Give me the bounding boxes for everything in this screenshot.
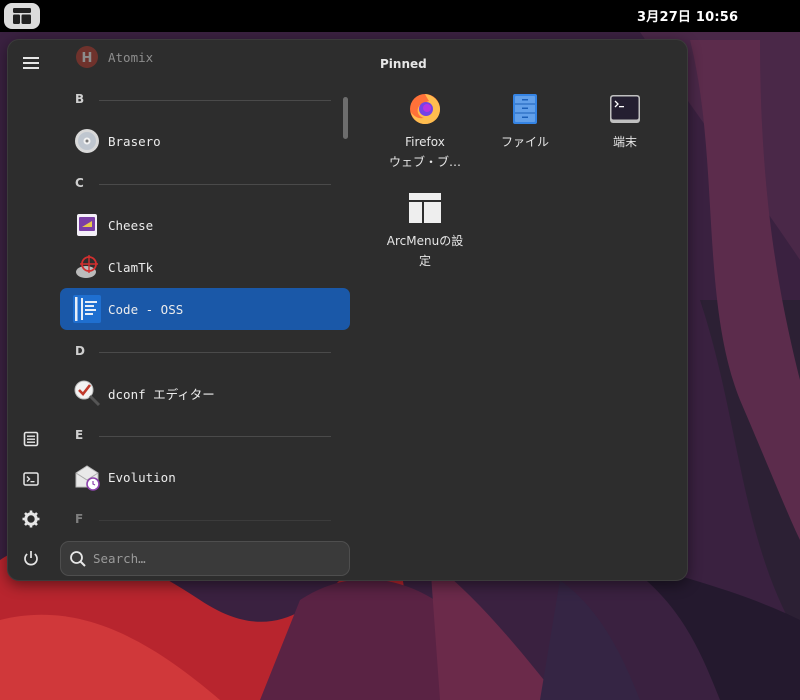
svg-text:H: H (82, 51, 93, 66)
pinned-label: 端末 (612, 135, 637, 149)
pinned-title: Pinned (380, 57, 427, 71)
terminal-button[interactable] (17, 465, 45, 493)
app-label: Brasero (108, 133, 161, 149)
search-icon (70, 550, 86, 567)
list-item-dconf[interactable]: dconf エディター (60, 372, 350, 414)
hamburger-icon (23, 57, 39, 69)
hamburger-button[interactable] (17, 49, 45, 77)
arcmenu-settings-icon (408, 191, 442, 225)
pinned-label: ArcMenuの設 定 (386, 234, 464, 268)
dconf-icon (70, 376, 104, 410)
top-bar: 3月27日 10:56 (0, 0, 800, 32)
pinned-label: Firefox ウェブ・ブ… (388, 135, 461, 169)
document-icon (23, 431, 39, 447)
cheese-icon (70, 208, 104, 242)
app-list-scrollbar[interactable] (343, 97, 348, 139)
disc-icon (70, 124, 104, 158)
app-label: Cheese (108, 217, 154, 233)
arcmenu-button[interactable] (4, 3, 40, 29)
terminal-icon (23, 472, 39, 486)
gear-icon (22, 510, 40, 528)
section-header-b: B (75, 92, 331, 112)
firefox-icon (408, 92, 442, 126)
clamtk-icon (70, 250, 104, 284)
evolution-icon (70, 460, 104, 494)
list-item-clamtk[interactable]: ClamTk (60, 246, 350, 288)
pinned-label: ファイル (500, 135, 549, 149)
code-oss-icon (70, 292, 104, 326)
files-icon (508, 92, 542, 126)
pinned-terminal[interactable]: 端末 (579, 92, 671, 152)
list-item-code-oss[interactable]: Code - OSS (60, 288, 350, 330)
documents-button[interactable] (17, 425, 45, 453)
app-list[interactable]: H Atomix B Brasero C Cheese ClamTk Code … (60, 40, 350, 530)
atomix-icon: H (70, 40, 104, 74)
pinned-files[interactable]: ファイル (479, 92, 571, 152)
sidebar (8, 40, 54, 580)
power-button[interactable] (17, 544, 45, 572)
app-label: Code - OSS (108, 301, 184, 317)
section-header-e: E (75, 428, 331, 448)
arcmenu-layout-icon (13, 8, 31, 24)
pinned-arcmenu-settings[interactable]: ArcMenuの設 定 (379, 191, 471, 271)
section-header-c: C (75, 176, 331, 196)
app-label: Evolution (108, 469, 176, 485)
app-label: ClamTk (108, 259, 154, 275)
search-input[interactable] (93, 551, 333, 566)
section-header-f: F (75, 512, 331, 530)
power-icon (24, 551, 38, 566)
app-label: dconf エディター (108, 386, 215, 402)
clock[interactable]: 3月27日 10:56 (637, 6, 738, 25)
section-header-d: D (75, 344, 331, 364)
list-item-cheese[interactable]: Cheese (60, 204, 350, 246)
pinned-firefox[interactable]: Firefox ウェブ・ブ… (379, 92, 471, 172)
terminal-app-icon (608, 92, 642, 126)
list-item-evolution[interactable]: Evolution (60, 456, 350, 498)
app-label: Atomix (108, 49, 154, 65)
arcmenu-popup: H Atomix B Brasero C Cheese ClamTk Code … (7, 39, 688, 581)
list-item-brasero[interactable]: Brasero (60, 120, 350, 162)
search-box[interactable] (60, 541, 350, 576)
settings-button[interactable] (17, 505, 45, 533)
list-item-atomix[interactable]: H Atomix (60, 40, 350, 78)
